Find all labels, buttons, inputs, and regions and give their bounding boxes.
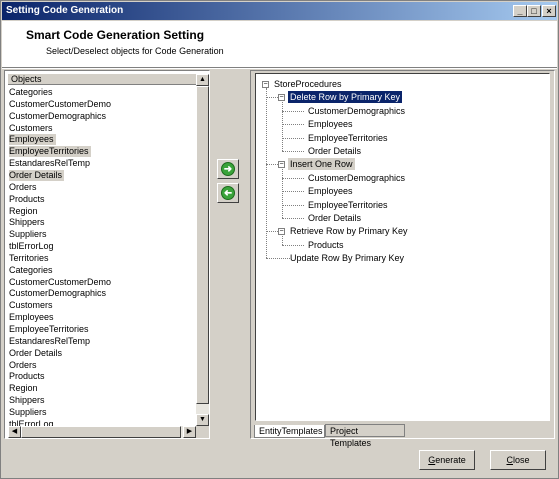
tree-node-template[interactable]: Retrieve Row by Primary Key	[288, 225, 410, 237]
list-item[interactable]: Order Details	[9, 169, 65, 181]
tree-node-object[interactable]: Products	[306, 239, 346, 251]
objects-vertical-scrollbar[interactable]: ▲ ▼	[196, 74, 209, 426]
list-item[interactable]: Categories	[9, 265, 53, 276]
tree-connector	[282, 151, 304, 152]
tree-node-object[interactable]: Employees	[306, 118, 355, 130]
close-button-label: lose	[512, 455, 530, 465]
tree-connector	[282, 204, 304, 206]
scroll-thumb[interactable]	[196, 86, 209, 404]
list-item[interactable]: Products	[9, 371, 45, 382]
list-item[interactable]: Order Details	[9, 348, 62, 359]
scroll-left-button[interactable]: ◀	[8, 426, 21, 438]
objects-list[interactable]: Objects Categories CustomerCustomerDemo Cu…	[4, 70, 210, 439]
tree-node-template[interactable]: Update Row By Primary Key	[288, 252, 406, 264]
tree-node-object[interactable]: CustomerDemographics	[306, 172, 407, 184]
tree-connector	[282, 191, 304, 193]
list-item[interactable]: Suppliers	[9, 407, 47, 418]
dialog-window: Setting Code Generation _ □ × Smart Code…	[0, 0, 559, 479]
list-item[interactable]: EmployeeTerritories	[9, 324, 89, 335]
tree-connector	[282, 101, 283, 151]
tree-node-template[interactable]: Delete Row by Primary Key	[288, 91, 403, 104]
tree-connector	[282, 168, 283, 218]
list-item[interactable]: CustomerCustomerDemo	[9, 99, 111, 110]
page-subtitle: Select/Deselect objects for Code Generat…	[46, 46, 224, 56]
list-item[interactable]: Orders	[9, 360, 37, 371]
list-item[interactable]: Categories	[9, 87, 53, 98]
expand-toggle[interactable]: −	[278, 161, 285, 169]
list-item[interactable]: Territories	[9, 253, 49, 264]
scroll-corner	[196, 426, 209, 438]
list-item[interactable]: Employees	[9, 134, 56, 146]
remove-object-button[interactable]: ➜	[217, 183, 239, 203]
list-item[interactable]: EstandaresRelTemp	[9, 336, 90, 347]
scroll-down-button[interactable]: ▼	[196, 414, 209, 426]
arrow-left-icon: ➜	[221, 186, 235, 200]
tree-connector	[282, 110, 304, 112]
generate-button-label: enerate	[435, 455, 466, 465]
tree-node-object[interactable]: EmployeeTerritories	[306, 199, 390, 211]
tree-connector	[282, 244, 304, 246]
close-window-button[interactable]: ×	[542, 5, 556, 17]
tree-connector	[282, 218, 304, 219]
list-item[interactable]: Region	[9, 206, 38, 217]
list-item[interactable]: CustomerDemographics	[9, 111, 106, 122]
tree-node-object[interactable]: Order Details	[306, 212, 363, 224]
list-item[interactable]: Employees	[9, 312, 54, 323]
tree-node-root[interactable]: StoreProcedures	[272, 78, 344, 90]
tree-node-object[interactable]: Employees	[306, 185, 355, 197]
list-item[interactable]: tblErrorLog	[9, 241, 54, 252]
list-item[interactable]: Orders	[9, 182, 37, 193]
hscroll-thumb[interactable]	[21, 426, 181, 438]
tree-connector	[266, 88, 267, 259]
list-item[interactable]: Region	[9, 383, 38, 394]
list-item[interactable]: Customers	[9, 123, 53, 134]
template-tree[interactable]: − StoreProcedures − Delete Row by Primary K…	[255, 73, 550, 421]
list-item[interactable]: EstandaresRelTemp	[9, 158, 90, 169]
tree-node-template[interactable]: Insert One Row	[288, 158, 355, 171]
objects-horizontal-scrollbar[interactable]: ◀ ▶	[8, 426, 196, 438]
window-title: Setting Code Generation	[6, 5, 124, 16]
list-item[interactable]: Shippers	[9, 217, 45, 228]
tree-connector	[266, 258, 290, 260]
tree-node-object[interactable]: CustomerDemographics	[306, 105, 407, 117]
tree-connector	[282, 235, 283, 245]
minimize-button[interactable]: _	[513, 5, 527, 17]
maximize-button[interactable]: □	[527, 5, 541, 17]
tree-node-object[interactable]: Order Details	[306, 145, 363, 157]
list-item[interactable]: Customers	[9, 300, 53, 311]
generate-button[interactable]: Generate	[419, 450, 475, 470]
scroll-up-button[interactable]: ▲	[196, 74, 209, 86]
add-object-button[interactable]: ➜	[217, 159, 239, 179]
objects-column-header[interactable]: Objects	[8, 74, 196, 85]
arrow-right-icon: ➜	[221, 162, 235, 176]
scroll-right-button[interactable]: ▶	[183, 426, 196, 438]
tree-connector	[282, 124, 304, 126]
tab-project-templates[interactable]: Project Templates	[325, 424, 405, 448]
expand-toggle[interactable]: −	[278, 94, 285, 102]
tree-connector	[282, 137, 304, 139]
list-item[interactable]: CustomerCustomerDemo	[9, 277, 111, 288]
page-title: Smart Code Generation Setting	[26, 28, 205, 42]
list-item[interactable]: Products	[9, 194, 45, 205]
header-divider	[2, 68, 557, 69]
tree-node-object[interactable]: EmployeeTerritories	[306, 132, 390, 144]
expand-toggle[interactable]: −	[278, 228, 285, 236]
list-item[interactable]: EmployeeTerritories	[9, 146, 91, 158]
tab-entity-templates[interactable]: EntityTemplates	[254, 425, 325, 438]
header-banner: Smart Code Generation Setting Select/Des…	[2, 21, 557, 68]
expand-toggle[interactable]: −	[262, 81, 269, 88]
list-item[interactable]: CustomerDemographics	[9, 288, 106, 299]
close-button[interactable]: Close	[490, 450, 546, 470]
title-bar[interactable]: Setting Code Generation _ □ ×	[2, 2, 557, 20]
tree-connector	[282, 177, 304, 179]
list-item[interactable]: Suppliers	[9, 229, 47, 240]
list-item[interactable]: Shippers	[9, 395, 45, 406]
